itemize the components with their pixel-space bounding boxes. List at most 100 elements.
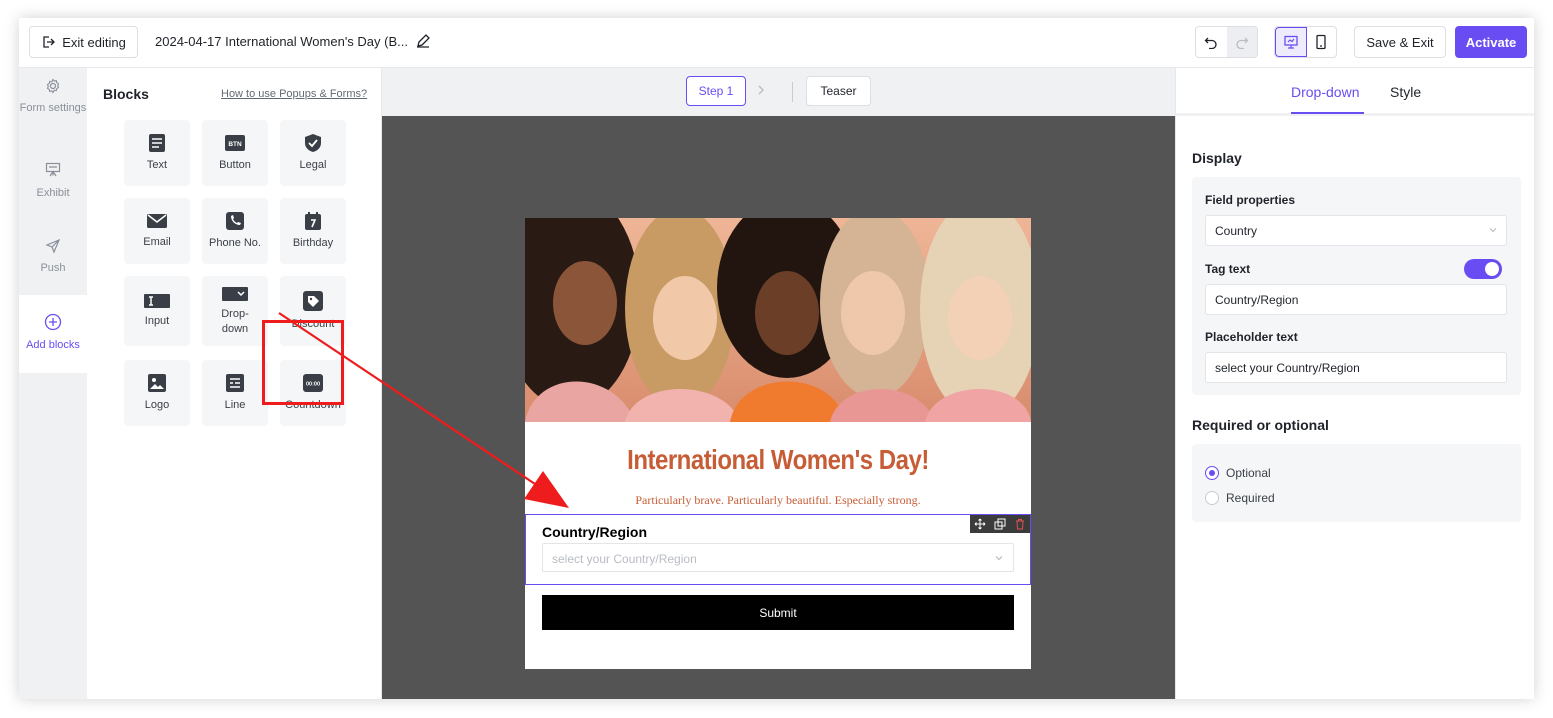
block-tile-text[interactable]: Text: [124, 120, 190, 186]
left-rail: Form settings Exhibit Push Add blocks: [19, 68, 87, 699]
tag-text-input[interactable]: Country/Region: [1205, 284, 1507, 315]
dropdown-highlight-box: [262, 320, 344, 405]
optional-radio-row[interactable]: Optional: [1205, 466, 1271, 480]
canvas-header: Step 1 Teaser: [382, 68, 1175, 116]
tab-style[interactable]: Style: [1390, 84, 1421, 100]
blocks-panel: Blocks How to use Popups & Forms? Text B…: [87, 68, 382, 699]
block-tile-input[interactable]: Input: [124, 276, 190, 346]
block-label: Text: [146, 159, 168, 171]
placeholder-text-label: Placeholder text: [1205, 330, 1298, 344]
hero-image[interactable]: [525, 218, 1031, 422]
block-label: Drop-down: [221, 307, 249, 335]
rail-label-push: Push: [40, 262, 66, 274]
plus-circle-icon: [44, 313, 62, 331]
easel-icon: [45, 162, 61, 177]
dropdown-placeholder: select your Country/Region: [552, 552, 697, 566]
app-window: Exit editing 2024-04-17 International Wo…: [19, 18, 1534, 699]
editor-canvas: International Women's Day! Particularly …: [382, 116, 1175, 699]
tag-text-label: Tag text: [1205, 262, 1251, 276]
block-tile-line[interactable]: Line: [202, 360, 268, 426]
block-toolbar: [970, 515, 1030, 533]
activate-button[interactable]: Activate: [1455, 26, 1527, 58]
block-label: Input: [144, 315, 170, 327]
duplicate-icon[interactable]: [994, 518, 1006, 530]
save-exit-button[interactable]: Save & Exit: [1354, 26, 1446, 58]
block-tile-phone[interactable]: Phone No.: [202, 198, 268, 264]
block-tile-email[interactable]: Email: [124, 198, 190, 264]
block-label: Phone No.: [209, 237, 261, 249]
block-tile-dropdown[interactable]: Drop-down: [202, 276, 268, 346]
placeholder-text-input[interactable]: select your Country/Region: [1205, 352, 1507, 383]
display-card: Field properties Country Tag text Countr…: [1192, 177, 1521, 395]
properties-panel: Drop-down Style Display Field properties…: [1175, 68, 1534, 699]
input-icon: [144, 294, 170, 308]
block-tile-button[interactable]: BTN Button: [202, 120, 268, 186]
chevron-down-icon: [995, 556, 1003, 561]
image-icon: [148, 374, 166, 392]
gear-icon: [46, 78, 60, 94]
text-icon: [149, 134, 165, 152]
shield-icon: [305, 134, 321, 152]
optional-radio[interactable]: [1205, 466, 1219, 480]
block-tile-logo[interactable]: Logo: [124, 360, 190, 426]
trash-icon[interactable]: [1014, 518, 1026, 530]
block-label: Birthday: [292, 237, 334, 249]
active-tab-indicator: [1291, 112, 1364, 114]
exit-editing-button[interactable]: Exit editing: [29, 26, 138, 58]
step-1-tab[interactable]: Step 1: [686, 76, 746, 106]
rail-item-exhibit[interactable]: Exhibit: [19, 161, 87, 201]
hero-photo-graphic: [525, 218, 1031, 422]
placeholder-text-value: select your Country/Region: [1215, 361, 1360, 375]
display-section-title: Display: [1192, 150, 1242, 166]
country-dropdown[interactable]: select your Country/Region: [542, 543, 1014, 572]
desktop-icon: [1284, 35, 1298, 49]
required-section-title: Required or optional: [1192, 417, 1329, 433]
block-label: Legal: [299, 159, 327, 171]
dropdown-label: Country/Region: [542, 524, 647, 540]
block-label: Email: [143, 236, 171, 248]
field-properties-value: Country: [1215, 224, 1258, 238]
dropdown-block[interactable]: Country/Region select your Country/Regio…: [525, 514, 1031, 585]
redo-icon: [1236, 37, 1249, 49]
undo-button[interactable]: [1196, 27, 1227, 57]
chevron-down-icon: [1489, 228, 1497, 233]
chevron-right-icon: [758, 85, 764, 95]
block-tile-legal[interactable]: Legal: [280, 120, 346, 186]
required-radio[interactable]: [1205, 491, 1219, 505]
button-icon-text: BTN: [228, 141, 242, 148]
rail-item-add-blocks[interactable]: Add blocks: [19, 313, 87, 353]
dropdown-icon: [222, 286, 248, 301]
rail-item-form-settings[interactable]: Form settings: [19, 78, 87, 116]
field-properties-select[interactable]: Country: [1205, 215, 1507, 246]
line-icon: [226, 374, 244, 392]
popup-headline[interactable]: International Women's Day!: [525, 445, 1031, 477]
move-icon[interactable]: [974, 518, 986, 530]
desktop-view-button[interactable]: [1275, 27, 1307, 57]
block-tile-birthday[interactable]: Birthday: [280, 198, 346, 264]
required-radio-row[interactable]: Required: [1205, 491, 1275, 505]
popup-preview: International Women's Day! Particularly …: [525, 218, 1031, 669]
teaser-tab[interactable]: Teaser: [806, 76, 871, 106]
edit-pencil-icon[interactable]: [415, 33, 431, 49]
submit-button[interactable]: Submit: [542, 595, 1014, 630]
phone-icon: [226, 212, 244, 230]
top-bar: Exit editing 2024-04-17 International Wo…: [19, 18, 1534, 68]
undo-icon: [1204, 37, 1217, 49]
blocks-title: Blocks: [103, 86, 149, 102]
rail-item-push[interactable]: Push: [19, 238, 87, 276]
tab-drop-down[interactable]: Drop-down: [1291, 84, 1359, 100]
mobile-icon: [1316, 34, 1326, 50]
field-properties-label: Field properties: [1205, 193, 1296, 207]
mobile-view-button[interactable]: [1307, 27, 1337, 57]
button-icon: BTN: [225, 135, 245, 151]
properties-tabs: Drop-down Style: [1176, 68, 1534, 116]
tag-text-toggle[interactable]: [1464, 259, 1502, 279]
help-link[interactable]: How to use Popups & Forms?: [221, 88, 367, 100]
divider: [792, 82, 793, 102]
device-toggle-group: [1274, 26, 1337, 58]
popup-subline[interactable]: Particularly brave. Particularly beautif…: [525, 493, 1031, 508]
exit-icon: [43, 36, 56, 48]
send-icon: [45, 238, 61, 254]
email-icon: [147, 214, 167, 228]
redo-button[interactable]: [1226, 27, 1257, 57]
